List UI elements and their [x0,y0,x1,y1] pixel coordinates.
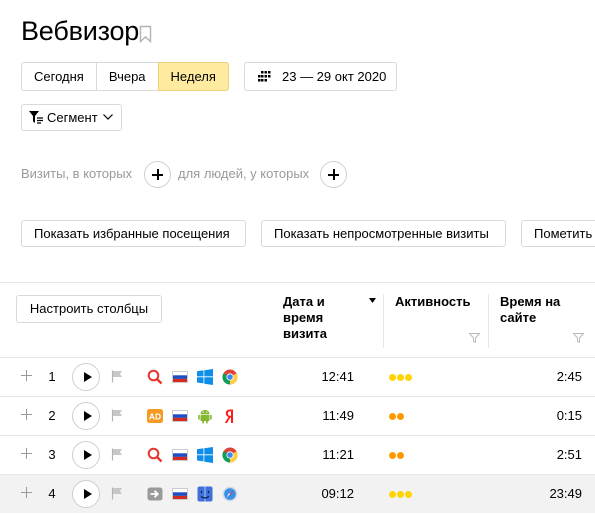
table-row[interactable]: 1 12:41 2:45 [0,357,595,396]
mark-button[interactable]: Пометить [521,220,595,247]
expand-row-button[interactable] [20,447,33,460]
expand-row-button[interactable] [20,369,33,382]
table-top-divider [0,282,595,283]
time-on-site: 2:45 [556,369,582,384]
people-condition-label: для людей, у которых [178,166,310,181]
visit-time: 11:21 [322,447,354,462]
column-divider [488,294,489,348]
column-header-time-on-site[interactable]: Время на сайте [500,294,570,326]
visits-condition-label: Визиты, в которых [21,166,133,181]
search-icon [147,447,163,463]
show-favorites-button[interactable]: Показать избранные посещения [21,220,246,247]
time-on-site: 23:49 [549,486,582,501]
page-title: Вебвизор [21,16,140,46]
row-number: 1 [48,369,56,384]
filter-icon[interactable] [573,333,584,343]
row-number: 3 [48,447,56,462]
flag-icon[interactable] [111,487,123,500]
chrome-icon [222,369,238,385]
russia-flag-icon [172,488,188,500]
play-button[interactable] [72,402,100,430]
table-row[interactable]: 2 AD 11:49 0:15 [0,396,595,435]
chevron-down-icon [103,114,113,120]
row-number: 2 [48,408,56,423]
date-range-label: 23 — 29 окт 2020 [282,69,387,84]
visit-time: 11:49 [322,408,354,423]
time-on-site: 0:15 [556,408,582,423]
period-yesterday-button[interactable]: Вчера [95,62,159,91]
visit-time: 12:41 [321,369,354,384]
activity-indicator [389,374,412,381]
play-button[interactable] [72,480,100,508]
search-icon [147,369,163,385]
russia-flag-icon [172,410,188,422]
flag-icon[interactable] [111,370,123,383]
expand-row-button[interactable] [20,486,33,499]
android-icon [198,410,212,424]
date-range-button[interactable]: 23 — 29 окт 2020 [244,62,397,91]
svg-text:AD: AD [149,412,161,422]
period-week-button[interactable]: Неделя [157,62,229,91]
windows-icon [197,447,213,463]
calendar-icon [258,71,271,82]
period-today-button[interactable]: Сегодня [21,62,97,91]
row-number: 4 [48,486,56,501]
chrome-icon [222,447,238,463]
column-divider [383,294,384,348]
safari-icon [222,486,238,502]
table-row[interactable]: 4 09:12 23:49 [0,474,595,513]
period-switcher: Сегодня Вчера Неделя [21,62,229,91]
add-visit-condition-button[interactable] [144,161,171,188]
expand-row-button[interactable] [20,408,33,421]
time-on-site: 2:51 [556,447,582,462]
play-button[interactable] [72,441,100,469]
activity-indicator [389,452,404,459]
ad-icon: AD [147,409,163,423]
funnel-icon [29,111,43,124]
filter-icon[interactable] [469,333,480,343]
bookmark-icon[interactable] [139,25,152,43]
column-header-activity[interactable]: Активность [395,294,470,310]
segment-label: Сегмент [47,110,98,125]
russia-flag-icon [172,449,188,461]
activity-indicator [389,413,404,420]
yandex-browser-icon [224,409,233,423]
flag-icon[interactable] [111,448,123,461]
play-button[interactable] [72,363,100,391]
configure-columns-button[interactable]: Настроить столбцы [16,295,162,323]
table-row[interactable]: 3 11:21 2:51 [0,435,595,474]
macos-icon [197,486,213,502]
flag-icon[interactable] [111,409,123,422]
show-unviewed-button[interactable]: Показать непросмотренные визиты [261,220,506,247]
segment-dropdown[interactable]: Сегмент [21,104,122,131]
column-header-datetime[interactable]: Дата и время визита [283,294,353,342]
russia-flag-icon [172,371,188,383]
activity-indicator [389,491,412,498]
direct-entry-icon [147,487,163,501]
add-people-condition-button[interactable] [320,161,347,188]
windows-icon [197,369,213,385]
visit-time: 09:12 [321,486,354,501]
sort-desc-icon[interactable] [369,298,376,303]
